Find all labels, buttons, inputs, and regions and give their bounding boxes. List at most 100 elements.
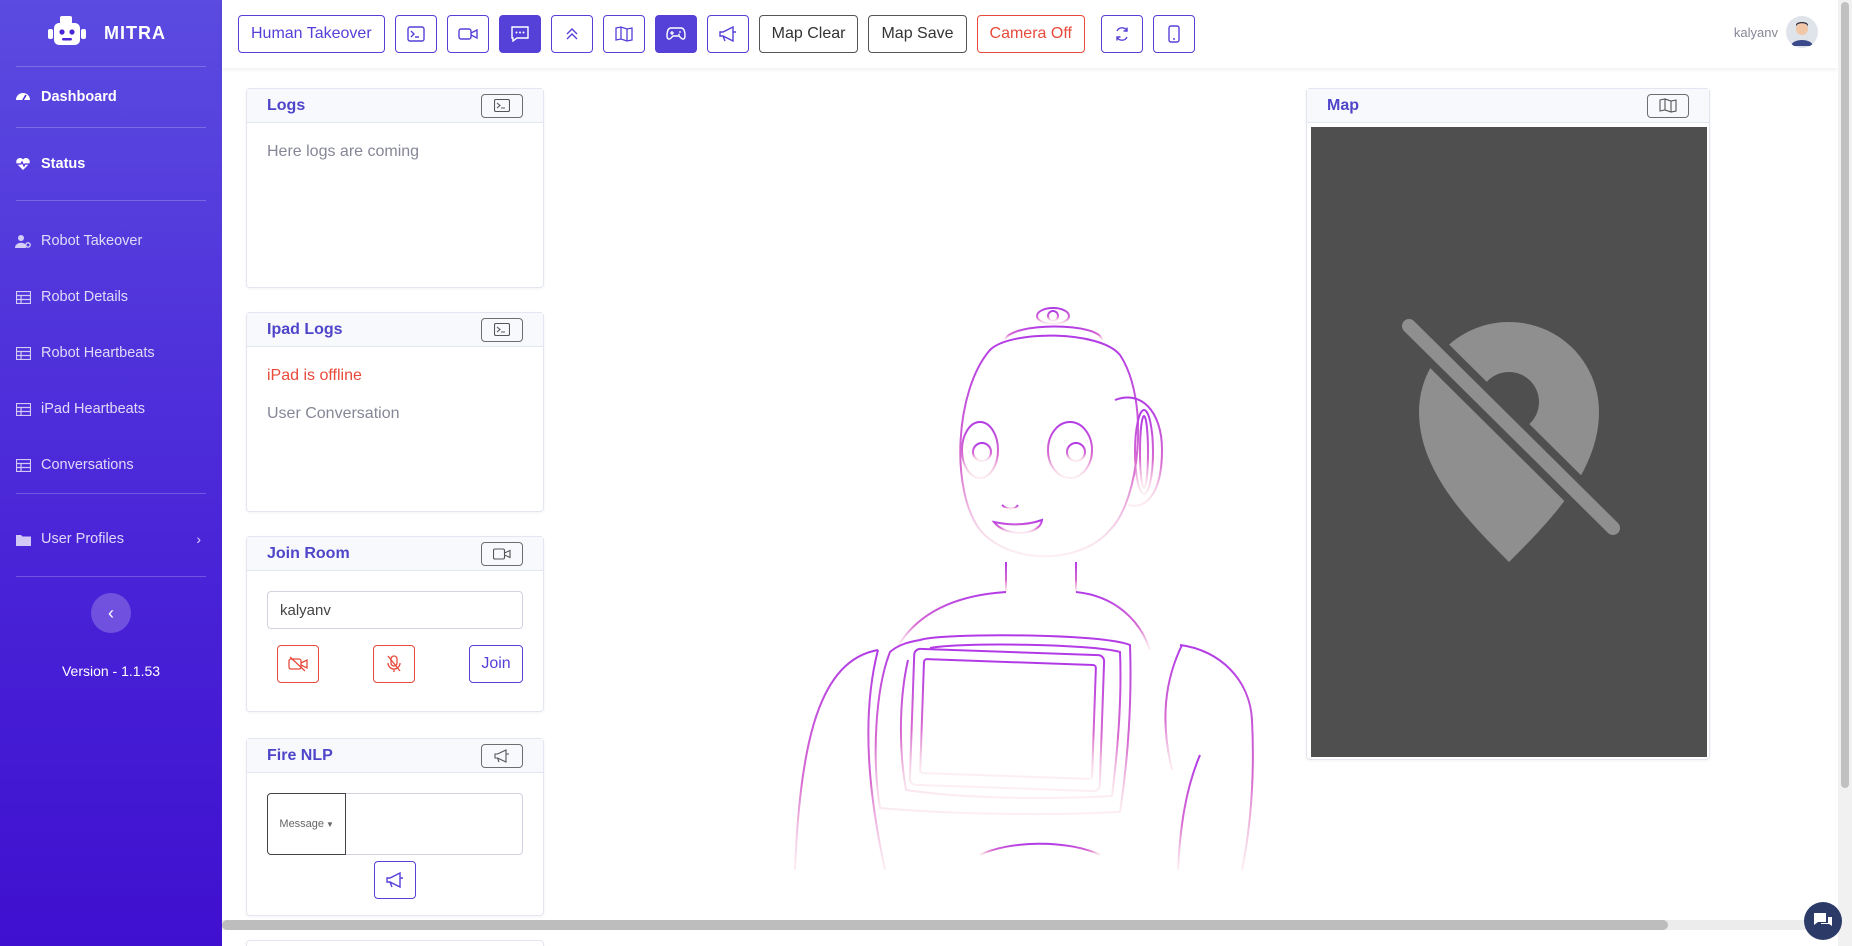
chat-button[interactable] bbox=[498, 15, 541, 53]
robot-logo-icon bbox=[48, 16, 86, 45]
sidebar-item-label: User Profiles bbox=[41, 531, 124, 547]
map-clear-button[interactable]: Map Clear bbox=[758, 15, 859, 53]
map-save-button[interactable]: Map Save bbox=[868, 15, 967, 53]
horizontal-scrollbar-thumb[interactable] bbox=[222, 920, 1668, 930]
sidebar-item-user-profiles[interactable]: User Profiles › bbox=[0, 502, 222, 576]
card-title: Map bbox=[1327, 96, 1359, 114]
sidebar-item-label: Robot Heartbeats bbox=[41, 345, 155, 361]
map-icon bbox=[1659, 98, 1677, 113]
video-camera-icon bbox=[493, 547, 511, 560]
move-up-button[interactable] bbox=[550, 15, 593, 53]
dashboard-gauge-icon bbox=[15, 89, 31, 105]
fire-nlp-card-header: Fire NLP bbox=[247, 739, 543, 773]
vertical-scrollbar[interactable] bbox=[1838, 0, 1852, 946]
room-name-input[interactable]: kalyanv bbox=[267, 591, 523, 629]
map-view-button[interactable] bbox=[1647, 93, 1689, 118]
logs-text: Here logs are coming bbox=[267, 143, 420, 160]
select-label: Message bbox=[279, 818, 325, 830]
ipad-status-text: iPad is offline bbox=[267, 367, 362, 384]
announce-button[interactable] bbox=[706, 15, 749, 53]
sidebar-item-robot-takeover[interactable]: Robot Takeover bbox=[0, 213, 222, 269]
map-off-icon bbox=[1392, 312, 1629, 562]
sidebar-item-robot-details[interactable]: Robot Details bbox=[0, 269, 222, 325]
sidebar-collapse-button[interactable]: ‹ bbox=[91, 593, 131, 633]
mic-toggle-button[interactable] bbox=[373, 645, 415, 683]
chat-icon bbox=[510, 26, 529, 42]
table-icon bbox=[15, 289, 31, 305]
card-title: Logs bbox=[267, 96, 306, 114]
message-type-select[interactable]: Message ▼ bbox=[267, 793, 347, 855]
topbar: Human Takeover Map Clear Map Save Camera… bbox=[222, 0, 1838, 68]
gamepad-icon bbox=[665, 27, 686, 40]
robot-illustration bbox=[794, 307, 1254, 870]
ipad-logs-card: Ipad Logs iPad is offline User Conversat… bbox=[246, 312, 544, 512]
video-camera-icon bbox=[457, 28, 478, 40]
ipad-logs-card-header: Ipad Logs bbox=[247, 313, 543, 347]
fire-nlp-send-button[interactable] bbox=[374, 861, 416, 899]
sidebar-item-status[interactable]: Status bbox=[0, 128, 222, 200]
join-room-video-button[interactable] bbox=[481, 541, 523, 566]
map-icon bbox=[615, 26, 633, 42]
sidebar-item-dashboard[interactable]: Dashboard bbox=[0, 67, 222, 127]
sidebar-divider bbox=[16, 576, 206, 577]
sidebar-item-label: Conversations bbox=[41, 457, 134, 473]
chat-bubbles-icon bbox=[1814, 913, 1832, 926]
megaphone-icon bbox=[718, 26, 736, 42]
camera-toggle-button[interactable] bbox=[277, 645, 319, 683]
join-room-card: Join Room kalyanv Join bbox=[246, 536, 544, 712]
chevron-right-icon: › bbox=[196, 531, 201, 547]
user-conversation-text: User Conversation bbox=[267, 405, 400, 422]
map-card-header: Map bbox=[1307, 89, 1709, 123]
message-textarea[interactable] bbox=[346, 793, 523, 855]
user-menu[interactable]: kalyanv bbox=[1734, 16, 1818, 48]
logs-terminal-button[interactable] bbox=[481, 93, 523, 118]
user-name: kalyanv bbox=[1733, 24, 1778, 40]
gamepad-button[interactable] bbox=[654, 15, 697, 53]
terminal-icon bbox=[494, 99, 510, 112]
refresh-button[interactable] bbox=[1100, 15, 1143, 53]
tablet-icon bbox=[1168, 25, 1180, 43]
table-icon bbox=[15, 457, 31, 473]
camera-off-button[interactable]: Camera Off bbox=[976, 15, 1085, 53]
horizontal-scrollbar[interactable] bbox=[222, 920, 1838, 930]
sidebar-item-label: Status bbox=[41, 156, 86, 172]
brand-name: MITRA bbox=[104, 22, 166, 43]
join-room-card-header: Join Room bbox=[247, 537, 543, 571]
folder-icon bbox=[15, 531, 31, 547]
terminal-icon bbox=[406, 26, 425, 42]
fire-nlp-megaphone-button[interactable] bbox=[481, 743, 523, 768]
heartbeat-icon bbox=[15, 156, 31, 172]
tablet-button[interactable] bbox=[1152, 15, 1195, 53]
map-viewport[interactable] bbox=[1311, 127, 1707, 757]
sidebar-item-label: iPad Heartbeats bbox=[41, 401, 145, 417]
video-off-icon bbox=[288, 656, 308, 672]
terminal-icon bbox=[494, 323, 510, 336]
card-title: Fire NLP bbox=[267, 746, 333, 764]
next-card bbox=[246, 940, 544, 946]
caret-down-icon: ▼ bbox=[326, 819, 334, 829]
card-title: Ipad Logs bbox=[267, 320, 343, 338]
vertical-scrollbar-thumb[interactable] bbox=[1841, 2, 1849, 788]
terminal-button[interactable] bbox=[394, 15, 437, 53]
logs-card-header: Logs bbox=[247, 89, 543, 123]
video-button[interactable] bbox=[446, 15, 489, 53]
megaphone-icon bbox=[386, 872, 403, 888]
table-icon bbox=[15, 345, 31, 361]
ipad-logs-terminal-button[interactable] bbox=[481, 317, 523, 342]
brand[interactable]: MITRA bbox=[0, 0, 222, 66]
sidebar-item-ipad-heartbeats[interactable]: iPad Heartbeats bbox=[0, 381, 222, 437]
user-cog-icon bbox=[15, 233, 31, 249]
sidebar-item-label: Dashboard bbox=[41, 89, 117, 105]
join-button[interactable]: Join bbox=[469, 645, 523, 683]
map-card: Map bbox=[1306, 88, 1710, 760]
map-button[interactable] bbox=[602, 15, 645, 53]
card-title: Join Room bbox=[267, 544, 350, 562]
avatar bbox=[1786, 16, 1818, 48]
sidebar-item-robot-heartbeats[interactable]: Robot Heartbeats bbox=[0, 325, 222, 381]
human-takeover-button[interactable]: Human Takeover bbox=[238, 15, 385, 53]
logs-card: Logs Here logs are coming bbox=[246, 88, 544, 288]
chat-widget-button[interactable] bbox=[1804, 902, 1842, 940]
refresh-icon bbox=[1116, 27, 1128, 41]
version-label: Version - 1.1.53 bbox=[61, 663, 161, 679]
sidebar-item-conversations[interactable]: Conversations bbox=[0, 437, 222, 493]
